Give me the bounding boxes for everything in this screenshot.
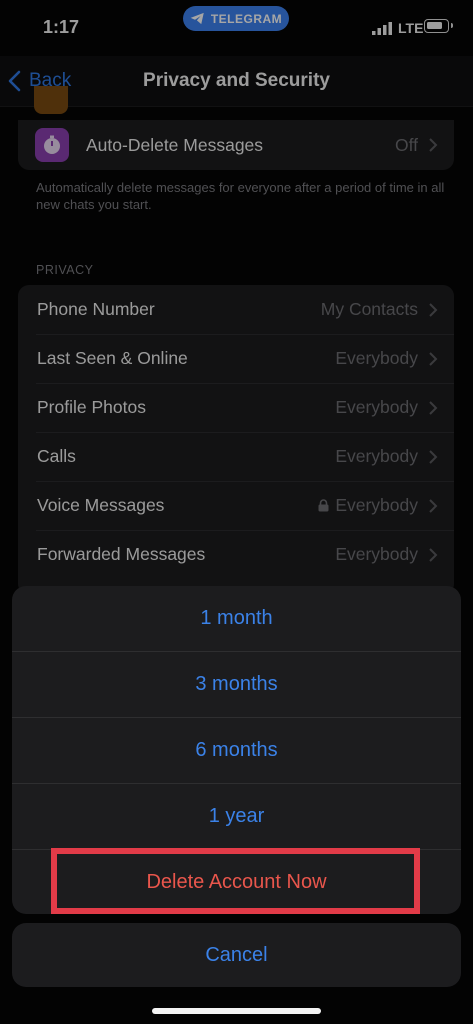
option-6-months[interactable]: 6 months (12, 718, 461, 783)
highlight-box (51, 848, 420, 914)
home-indicator (152, 1008, 321, 1014)
screen: 1:17 TELEGRAM LTE Back Privacy and Secur… (0, 0, 473, 1024)
option-1-year[interactable]: 1 year (12, 784, 461, 849)
cancel-button[interactable]: Cancel (12, 923, 461, 987)
option-1-month[interactable]: 1 month (12, 586, 461, 651)
option-3-months[interactable]: 3 months (12, 652, 461, 717)
